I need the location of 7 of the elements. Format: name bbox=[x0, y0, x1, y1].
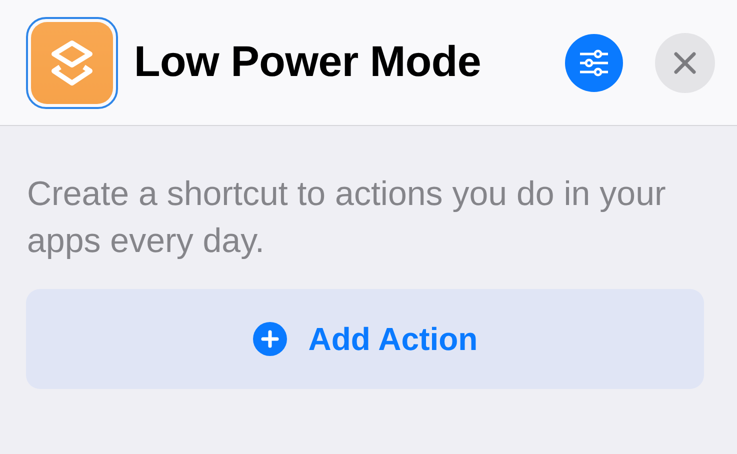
description-text: Create a shortcut to actions you do in your apps every day. bbox=[27, 174, 667, 262]
sliders-icon bbox=[578, 48, 610, 76]
shortcut-title: Low Power Mode bbox=[134, 37, 481, 88]
add-action-button[interactable]: Add Action bbox=[26, 289, 704, 389]
close-icon bbox=[673, 50, 697, 74]
plus-icon bbox=[252, 321, 288, 357]
app-icon[interactable] bbox=[26, 16, 118, 108]
